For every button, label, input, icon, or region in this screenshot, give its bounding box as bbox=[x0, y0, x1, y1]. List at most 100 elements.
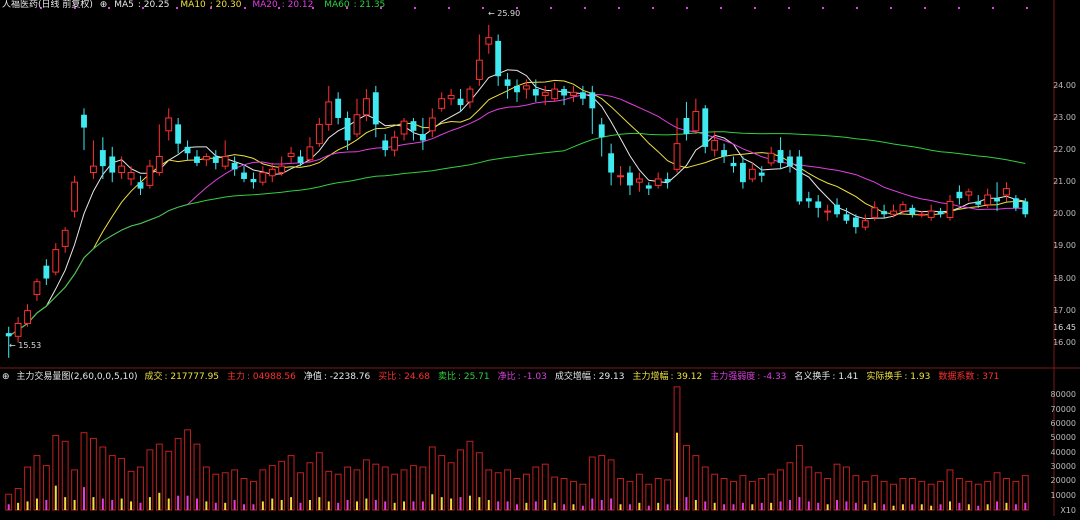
candle-body bbox=[871, 207, 879, 219]
top-marker bbox=[618, 7, 620, 9]
candle-body bbox=[815, 201, 822, 208]
main-force-bar bbox=[544, 499, 547, 510]
price-tick-label: 23.00 bbox=[1053, 112, 1076, 122]
candle-body bbox=[739, 162, 746, 183]
main-force-bar bbox=[826, 504, 829, 510]
candle-body bbox=[645, 185, 652, 189]
candle-body bbox=[325, 101, 333, 125]
ma-icon: ⊕ bbox=[99, 0, 108, 10]
candle-body bbox=[852, 217, 859, 228]
candle-body bbox=[918, 213, 926, 216]
main-force-bar bbox=[54, 485, 57, 510]
main-force-bar bbox=[657, 502, 660, 510]
candle-body bbox=[927, 210, 935, 219]
main-force-bar bbox=[177, 495, 180, 510]
candle-body bbox=[673, 143, 681, 170]
candle-body bbox=[881, 211, 888, 215]
candle-body bbox=[767, 152, 775, 164]
candle-body bbox=[90, 165, 97, 174]
candle-body bbox=[721, 150, 728, 157]
indicator-item: 主力增幅: 39.12 bbox=[632, 372, 703, 382]
candle-body bbox=[617, 175, 624, 178]
main-force-bar bbox=[101, 498, 104, 510]
main-force-bar bbox=[290, 497, 293, 510]
candle-body bbox=[843, 214, 850, 221]
main-force-bar bbox=[619, 504, 622, 510]
candle-body bbox=[33, 281, 41, 296]
main-force-bar bbox=[977, 505, 980, 510]
main-force-bar bbox=[487, 499, 490, 510]
main-force-bar bbox=[459, 497, 462, 510]
main-force-bar bbox=[318, 497, 321, 510]
candle-body bbox=[447, 94, 455, 100]
volume-unit-label: X10 bbox=[1060, 506, 1076, 515]
main-force-bar bbox=[600, 499, 603, 510]
indicator-icon: ⊕ bbox=[2, 372, 10, 382]
main-force-bar bbox=[986, 504, 989, 510]
main-force-bar bbox=[666, 504, 669, 510]
main-force-bar bbox=[35, 498, 38, 510]
volume-tick-label: 40000 bbox=[1050, 447, 1076, 457]
main-force-bar bbox=[374, 499, 377, 510]
candle-body bbox=[561, 89, 567, 96]
main-force-bar bbox=[139, 502, 142, 510]
top-marker bbox=[754, 7, 756, 9]
ma20-label: MA20: 20.12 bbox=[252, 0, 314, 10]
candle-body bbox=[362, 98, 370, 116]
main-force-bar bbox=[591, 498, 594, 510]
stock-chart[interactable]: 人福医药(日线 前复权) ⊕ MA5: 20.25 MA10: 20.30 MA… bbox=[0, 0, 1080, 516]
main-force-bar bbox=[694, 499, 697, 510]
indicator-item: 名义换手: 1.41 bbox=[794, 372, 859, 382]
main-force-bar bbox=[760, 502, 763, 510]
main-force-bar bbox=[628, 504, 631, 510]
high-price-annotation: ← 25.90 bbox=[488, 9, 521, 18]
volume-tick-label: 20000 bbox=[1050, 476, 1076, 486]
main-force-bar bbox=[195, 498, 198, 510]
main-force-bar bbox=[17, 502, 20, 510]
main-force-bar bbox=[751, 504, 754, 510]
candle-body bbox=[994, 198, 1000, 202]
main-force-bar bbox=[1024, 502, 1027, 510]
main-force-bar bbox=[327, 501, 330, 510]
candle-body bbox=[250, 178, 257, 183]
candle-body bbox=[551, 88, 559, 100]
main-force-bar bbox=[205, 501, 208, 510]
main-force-bar bbox=[337, 502, 340, 510]
candle-body bbox=[419, 134, 426, 141]
main-force-bar bbox=[148, 497, 151, 510]
candle-body bbox=[315, 123, 323, 145]
main-force-bar bbox=[873, 502, 876, 510]
chart-canvas[interactable] bbox=[0, 0, 1080, 516]
volume-tick-label: 70000 bbox=[1050, 404, 1076, 414]
candle-body bbox=[730, 162, 737, 167]
candle-body bbox=[428, 117, 436, 132]
candle-body bbox=[118, 165, 126, 174]
top-marker bbox=[924, 7, 926, 9]
candle-body bbox=[457, 98, 464, 106]
candle-body bbox=[344, 117, 351, 141]
stock-name: 人福医药(日线 前复权) bbox=[2, 0, 93, 10]
indicator-item: 成交增幅: 29.13 bbox=[554, 372, 625, 382]
ma60-label: MA60: 21.35 bbox=[324, 0, 386, 10]
main-force-bar bbox=[421, 501, 424, 510]
main-force-bar bbox=[83, 487, 86, 510]
volume-tick-label: 80000 bbox=[1050, 390, 1076, 400]
current-price-label: 16.45 bbox=[1053, 323, 1076, 333]
candle-body bbox=[241, 172, 247, 179]
candle-body bbox=[899, 204, 907, 212]
candle-body bbox=[1012, 198, 1019, 208]
main-force-bar bbox=[741, 502, 744, 510]
main-force-bar bbox=[497, 501, 500, 510]
candle-body bbox=[834, 204, 840, 215]
main-force-bar bbox=[224, 502, 227, 510]
main-force-bar bbox=[723, 504, 726, 510]
main-force-bar bbox=[308, 499, 311, 510]
main-force-bar bbox=[920, 504, 923, 510]
main-force-bar bbox=[581, 505, 584, 510]
candle-body bbox=[202, 155, 210, 161]
candle-body bbox=[984, 194, 992, 206]
main-force-bar bbox=[355, 501, 358, 510]
ma5-label: MA5: 20.25 bbox=[114, 0, 170, 10]
main-force-bar bbox=[214, 502, 217, 510]
main-force-bar bbox=[233, 499, 236, 510]
